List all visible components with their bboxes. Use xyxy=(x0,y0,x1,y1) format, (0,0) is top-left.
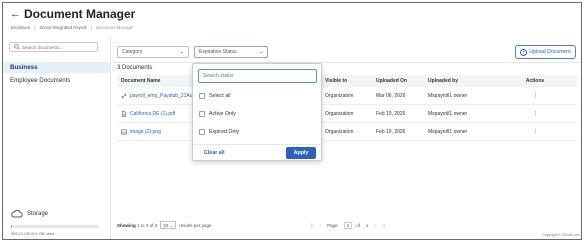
plus-icon: + xyxy=(520,48,528,56)
sidebar-item-employee-documents[interactable]: Employee Documents xyxy=(3,75,110,86)
uploaded-by-cell: Mspayroll1 owner xyxy=(428,92,468,99)
pagination-bar: Showing 1 to 3 of 3 20 ⌄ results per pag… xyxy=(117,219,577,231)
visible-to-cell: Organization xyxy=(325,128,354,135)
checkbox[interactable] xyxy=(199,93,205,99)
range-to: 3 xyxy=(145,222,149,228)
chevron-down-icon: ⌄ xyxy=(179,49,184,55)
prev-page-icon[interactable]: ‹ xyxy=(320,223,322,228)
document-name-link[interactable]: payroll_emp_Paystub_21Aug xyxy=(130,93,195,99)
page-number-input[interactable]: 1 xyxy=(343,221,353,229)
option-label: Expired Only xyxy=(209,129,240,135)
search-icon xyxy=(14,44,20,50)
option-select-all[interactable]: Select all xyxy=(199,93,231,99)
visible-to-cell: Organization xyxy=(325,92,354,99)
breadcrumb-separator-icon: | xyxy=(34,25,36,30)
page-title: Document Manager xyxy=(24,7,136,21)
uploaded-by-cell: Mspayroll1 owner xyxy=(428,110,468,117)
clear-all-button[interactable]: Clear all xyxy=(204,150,225,156)
table-row[interactable]: California DE (1).pdf Organization Feb 1… xyxy=(117,105,577,123)
breadcrumb-item[interactable]: Zenoti Integrated Payroll xyxy=(40,25,87,30)
per-page-select[interactable]: 20 ⌄ xyxy=(160,221,177,229)
column-header-actions: Actions xyxy=(525,78,545,84)
storage-progress-fill xyxy=(11,225,12,228)
category-filter-label: Category xyxy=(122,49,143,55)
document-name-link[interactable]: image (2).png xyxy=(130,129,161,135)
breadcrumb-item[interactable]: Employee xyxy=(11,25,30,30)
chevron-down-icon: ⌄ xyxy=(258,49,263,55)
column-header-uploaded-by[interactable]: Uploaded by xyxy=(428,78,510,84)
sidebar-search[interactable] xyxy=(9,42,98,52)
upload-document-label: Upload Document xyxy=(529,49,571,55)
copyright-text: Copyright © Zenoti.com xyxy=(542,233,580,237)
showing-label: Showing xyxy=(117,222,136,228)
more-actions-icon[interactable]: ⋮ xyxy=(533,93,539,99)
back-arrow-icon[interactable]: ← xyxy=(10,9,21,20)
more-actions-icon[interactable]: ⋮ xyxy=(533,129,539,135)
first-page-icon[interactable]: |‹ xyxy=(311,223,314,228)
uploaded-on-cell: Feb 19, 2026 xyxy=(376,128,406,135)
chevron-down-icon: ⌄ xyxy=(169,222,174,228)
document-name-link[interactable]: California DE (1).pdf xyxy=(130,111,175,117)
table-row[interactable]: image (2).png Organization Feb 19, 2026 … xyxy=(117,123,577,141)
pager: |‹ ‹ Page 1 of 1 › ›| xyxy=(311,219,391,231)
per-page-value: 20 xyxy=(163,222,169,228)
option-label: Select all xyxy=(209,93,231,99)
expiration-status-filter-label: Expiration Status xyxy=(199,49,237,55)
uploaded-by-cell: Mspayroll1 owner xyxy=(428,128,468,135)
document-count: 3 Documents xyxy=(117,65,153,71)
breadcrumb: Employee | Zenoti Integrated Payroll | D… xyxy=(11,25,137,30)
document-icon xyxy=(121,110,127,117)
table-header: Document Name Visible to Uploaded On Upl… xyxy=(117,75,577,87)
column-header-visible-to[interactable]: Visible to xyxy=(325,78,376,84)
option-active-only[interactable]: Active Only xyxy=(199,111,236,117)
last-page-icon[interactable]: ›| xyxy=(382,223,385,228)
category-filter[interactable]: Category ⌄ xyxy=(117,46,189,58)
visible-to-cell: Organization xyxy=(325,110,354,117)
sidebar-item-business[interactable]: Business xyxy=(3,62,110,73)
uploaded-on-cell: Mar 06, 2026 xyxy=(376,92,406,99)
range-total: 3 xyxy=(154,222,158,228)
more-actions-icon[interactable]: ⋮ xyxy=(533,111,539,117)
page-total: 1 xyxy=(365,222,369,228)
column-header-uploaded-on[interactable]: Uploaded On xyxy=(376,78,428,84)
range-to-label: to xyxy=(140,222,145,228)
documents-table: Document Name Visible to Uploaded On Upl… xyxy=(117,75,577,141)
breadcrumb-current: Document Manager xyxy=(96,25,134,30)
upload-document-button[interactable]: + Upload Document xyxy=(515,45,576,59)
page-of-label: of xyxy=(356,222,360,228)
uploaded-on-cell: Feb 19, 2026 xyxy=(376,110,406,117)
option-label: Active Only xyxy=(209,111,236,117)
cloud-icon xyxy=(11,209,23,218)
table-row[interactable]: payroll_emp_Paystub_21Aug Organization M… xyxy=(117,87,577,105)
storage-usage-text: 955.12 KB of 5 GB used xyxy=(11,231,55,236)
image-icon xyxy=(121,129,127,134)
expiration-status-filter[interactable]: Expiration Status ⌄ xyxy=(194,46,268,58)
page-label: Page xyxy=(327,222,338,228)
divider xyxy=(193,144,321,145)
breadcrumb-separator-icon: | xyxy=(90,25,92,30)
expiration-status-dropdown: Select all Active Only Expired Only Clea… xyxy=(192,63,322,161)
storage-label: Storage xyxy=(27,211,49,217)
range-of-label: of xyxy=(149,222,154,228)
apply-button[interactable]: Apply xyxy=(286,147,316,159)
status-search-input[interactable] xyxy=(203,73,313,79)
storage-section: Storage xyxy=(11,209,48,219)
sidebar: Business Employee Documents Storage 955.… xyxy=(3,35,111,239)
app-window: ← Document Manager Employee | Zenoti Int… xyxy=(2,2,582,240)
range-from: 1 xyxy=(137,222,140,228)
storage-progress-bar xyxy=(11,225,99,228)
sidebar-search-input[interactable] xyxy=(22,44,97,50)
next-page-icon[interactable]: › xyxy=(374,223,376,228)
link-icon xyxy=(121,93,127,98)
status-search[interactable] xyxy=(198,69,317,83)
per-page-label: results per page xyxy=(179,222,212,228)
main-content: Category ⌄ Expiration Status ⌄ + Upload … xyxy=(112,35,581,239)
checkbox[interactable] xyxy=(199,111,205,117)
checkbox[interactable] xyxy=(199,129,205,135)
divider xyxy=(112,62,581,63)
option-expired-only[interactable]: Expired Only xyxy=(199,129,239,135)
